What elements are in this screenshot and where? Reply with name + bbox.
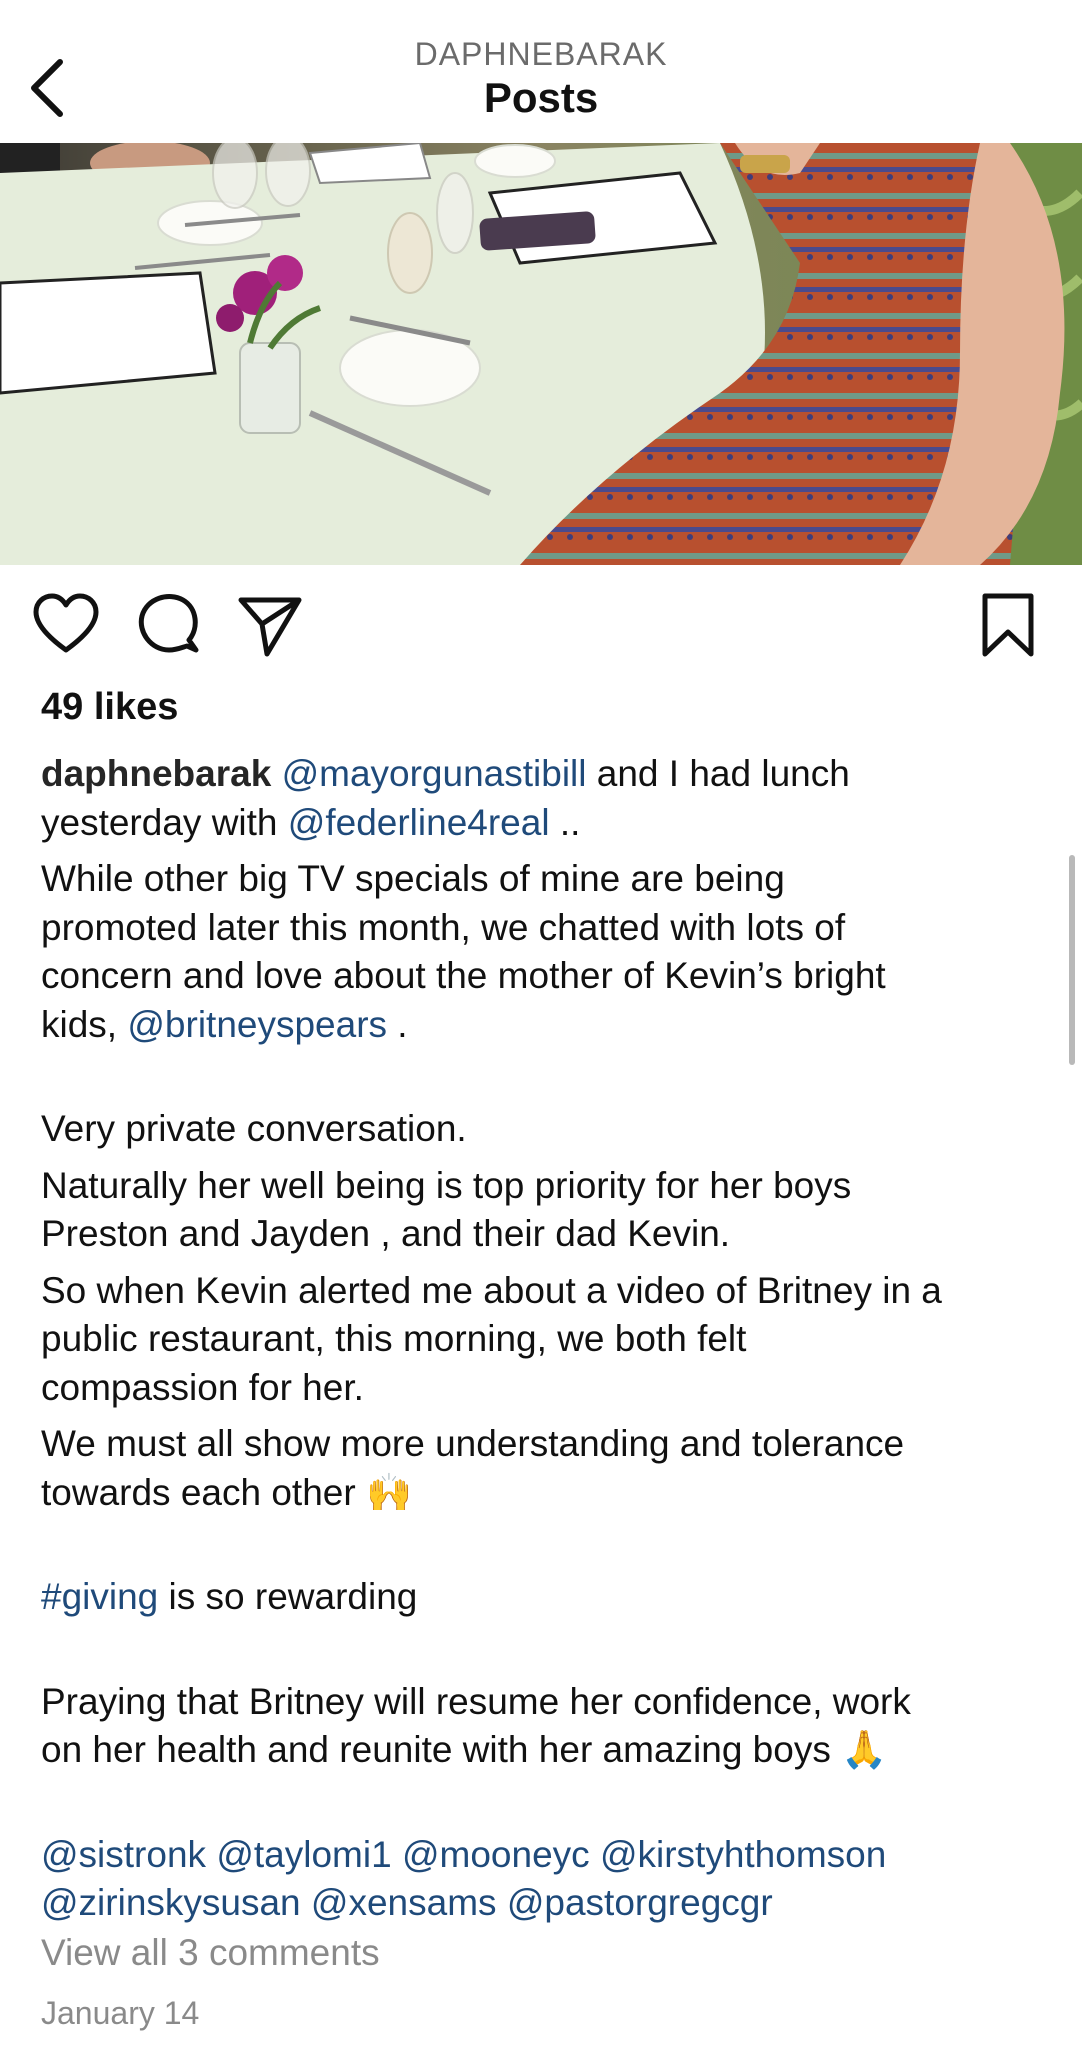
mention-link[interactable]: @mayorgunastibill (282, 753, 587, 794)
praying-hands-emoji: 🙏 (841, 1728, 888, 1771)
caption-line: towards each other 🙌 (41, 1469, 1061, 1518)
caption-line: Very private conversation. (41, 1108, 467, 1149)
caption-line: yesterday with @federline4real .. (41, 799, 1061, 848)
heart-icon (33, 593, 99, 653)
caption-text: yesterday with (41, 801, 288, 843)
post-action-bar (0, 590, 1082, 660)
like-button[interactable] (31, 590, 101, 660)
caption-line: So when Kevin alerted me about a video o… (41, 1269, 942, 1311)
caption-line: While other big TV specials of mine are … (41, 858, 785, 899)
tag-link[interactable]: @xensams (311, 1882, 497, 1923)
caption-line: public restaurant, this morning, we both… (41, 1318, 747, 1359)
tag-link[interactable]: @taylomi1 (216, 1834, 391, 1875)
caption-text: .. (549, 801, 581, 843)
mention-link[interactable]: @britneyspears (127, 1004, 387, 1045)
post-photo[interactable] (0, 143, 1082, 565)
post-caption: daphnebarak @mayorgunastibill and I had … (41, 750, 1061, 1928)
tag-link[interactable]: @mooneyc (402, 1834, 590, 1875)
caption-line: promoted later this month, we chatted wi… (41, 906, 846, 948)
mention-link[interactable]: @federline4real (288, 802, 550, 843)
scrollbar[interactable] (1069, 855, 1075, 1065)
caption-username[interactable]: daphnebarak (41, 753, 271, 794)
caption-line: compassion for her. (41, 1366, 364, 1408)
caption-line: concern and love about the mother of Kev… (41, 955, 886, 996)
post-photo-illustration (0, 143, 1082, 565)
tag-link[interactable]: @zirinskysusan (41, 1882, 301, 1923)
tag-line: @sistronk @taylomi1 @mooneyc @kirstyhtho… (41, 1831, 1061, 1880)
top-nav-bar: DAPHNEBARAK Posts (0, 0, 1082, 143)
tag-link[interactable]: @pastorgregcgr (507, 1882, 773, 1923)
raising-hands-emoji: 🙌 (365, 1470, 413, 1514)
paper-plane-icon (238, 597, 302, 657)
caption-text: . (387, 1003, 408, 1045)
caption-text: on her health and reunite with her amazi… (41, 1729, 842, 1770)
caption-text: is so rewarding (158, 1576, 418, 1617)
post-date: January 14 (41, 1995, 200, 2031)
view-comments-link[interactable]: View all 3 comments (41, 1932, 380, 1974)
page-title: Posts (483, 74, 599, 121)
bookmark-icon (982, 593, 1034, 657)
share-button[interactable] (235, 590, 305, 660)
caption-text: towards each other (41, 1471, 366, 1513)
save-button[interactable] (973, 590, 1043, 660)
caption-line: Praying that Britney will resume her con… (41, 1680, 911, 1722)
profile-username[interactable]: DAPHNEBARAK (0, 36, 1082, 73)
comment-bubble-icon (138, 594, 199, 653)
caption-text: kids, (41, 1003, 128, 1045)
caption-line: kids, @britneyspears . (41, 1001, 1061, 1050)
tag-line: @zirinskysusan @xensams @pastorgregcgr (41, 1879, 1061, 1928)
caption-line: Preston and Jayden , and their dad Kevin… (41, 1213, 731, 1254)
caption-line: We must all show more understanding and … (41, 1423, 905, 1464)
caption-line: on her health and reunite with her amazi… (41, 1726, 1061, 1775)
comment-button[interactable] (133, 590, 203, 660)
caption-line: daphnebarak @mayorgunastibill and I had … (41, 750, 1061, 799)
tag-link[interactable]: @sistronk (41, 1834, 206, 1875)
caption-line: Naturally her well being is top priority… (41, 1164, 852, 1206)
likes-count[interactable]: 49 likes (41, 686, 178, 729)
hashtag-link[interactable]: #giving (41, 1576, 158, 1617)
caption-text: and I had lunch (586, 753, 850, 794)
caption-line: #giving is so rewarding (41, 1573, 1061, 1622)
tag-link[interactable]: @kirstyhthomson (600, 1834, 886, 1875)
